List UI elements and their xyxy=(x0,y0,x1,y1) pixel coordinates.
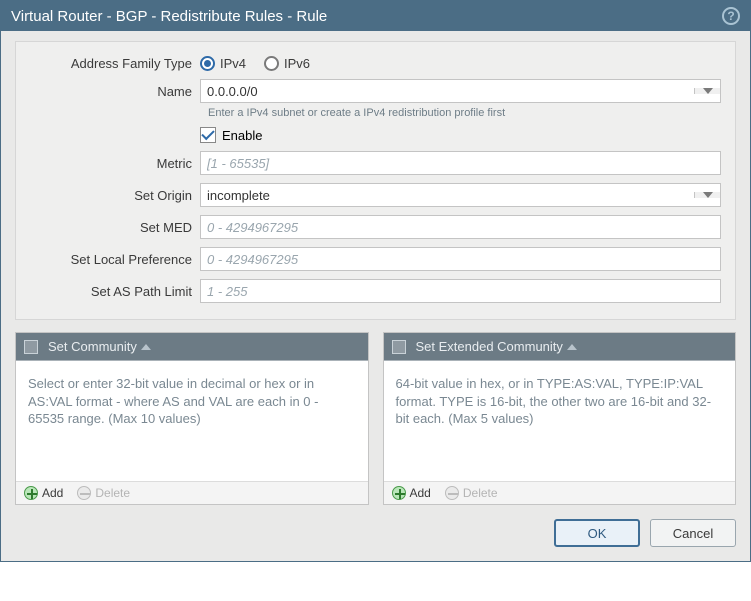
ext-community-delete-label: Delete xyxy=(463,486,498,500)
row-name: Name xyxy=(30,79,721,103)
label-address-family: Address Family Type xyxy=(30,56,200,71)
panel-set-community-checkbox[interactable] xyxy=(24,340,38,354)
row-set-as-path-limit: Set AS Path Limit xyxy=(30,279,721,303)
help-icon[interactable]: ? xyxy=(722,7,740,25)
row-address-family: Address Family Type IPv4 IPv6 xyxy=(30,56,721,71)
enable-checkbox[interactable] xyxy=(200,127,216,143)
metric-field[interactable] xyxy=(200,151,721,175)
add-icon xyxy=(24,486,38,500)
delete-icon xyxy=(77,486,91,500)
panel-set-ext-community-footer: Add Delete xyxy=(384,481,736,504)
row-set-med: Set MED xyxy=(30,215,721,239)
set-local-pref-field[interactable] xyxy=(200,247,721,271)
row-set-origin: Set Origin xyxy=(30,183,721,207)
row-enable: Enable xyxy=(30,127,721,143)
address-family-radio-group: IPv4 IPv6 xyxy=(200,56,721,71)
enable-label: Enable xyxy=(222,128,262,143)
add-icon xyxy=(392,486,406,500)
label-set-origin: Set Origin xyxy=(30,188,200,203)
name-select[interactable] xyxy=(200,79,721,103)
row-set-local-pref: Set Local Preference xyxy=(30,247,721,271)
community-delete-button: Delete xyxy=(77,486,130,500)
dialog: Virtual Router - BGP - Redistribute Rule… xyxy=(0,0,751,562)
set-as-path-limit-input[interactable] xyxy=(201,284,720,299)
radio-ipv4-indicator xyxy=(200,56,215,71)
content: Address Family Type IPv4 IPv6 Name xyxy=(1,31,750,561)
chevron-down-icon xyxy=(703,88,713,94)
community-add-button[interactable]: Add xyxy=(24,486,63,500)
row-metric: Metric xyxy=(30,151,721,175)
ok-button[interactable]: OK xyxy=(554,519,640,547)
titlebar: Virtual Router - BGP - Redistribute Rule… xyxy=(1,1,750,31)
radio-ipv6-indicator xyxy=(264,56,279,71)
ext-community-delete-button: Delete xyxy=(445,486,498,500)
set-local-pref-input[interactable] xyxy=(201,252,720,267)
name-dropdown-button[interactable] xyxy=(694,88,720,94)
sort-asc-icon xyxy=(567,344,577,350)
chevron-down-icon xyxy=(703,192,713,198)
panel-set-ext-community-header[interactable]: Set Extended Community xyxy=(384,333,736,361)
cancel-button[interactable]: Cancel xyxy=(650,519,736,547)
metric-input[interactable] xyxy=(201,156,720,171)
name-hint: Enter a IPv4 subnet or create a IPv4 red… xyxy=(30,107,721,119)
form-area: Address Family Type IPv4 IPv6 Name xyxy=(15,41,736,320)
label-name: Name xyxy=(30,84,200,99)
delete-icon xyxy=(445,486,459,500)
set-origin-dropdown-button[interactable] xyxy=(694,192,720,198)
sort-asc-icon xyxy=(141,344,151,350)
label-set-as-path-limit: Set AS Path Limit xyxy=(30,284,200,299)
dialog-title: Virtual Router - BGP - Redistribute Rule… xyxy=(11,8,327,25)
panel-set-ext-community-body: 64-bit value in hex, or in TYPE:AS:VAL, … xyxy=(384,361,736,481)
set-origin-select[interactable] xyxy=(200,183,721,207)
panel-set-community: Set Community Select or enter 32-bit val… xyxy=(15,332,369,505)
set-med-field[interactable] xyxy=(200,215,721,239)
community-add-label: Add xyxy=(42,486,63,500)
enable-field: Enable xyxy=(200,127,721,143)
name-input[interactable] xyxy=(201,84,694,99)
button-bar: OK Cancel xyxy=(15,519,736,547)
radio-ipv6[interactable]: IPv6 xyxy=(264,56,310,71)
radio-ipv6-label: IPv6 xyxy=(284,56,310,71)
radio-ipv4[interactable]: IPv4 xyxy=(200,56,246,71)
ext-community-add-button[interactable]: Add xyxy=(392,486,431,500)
set-origin-input[interactable] xyxy=(201,188,694,203)
panels: Set Community Select or enter 32-bit val… xyxy=(15,332,736,505)
panel-set-ext-community: Set Extended Community 64-bit value in h… xyxy=(383,332,737,505)
panel-set-community-header[interactable]: Set Community xyxy=(16,333,368,361)
ext-community-add-label: Add xyxy=(410,486,431,500)
panel-set-community-footer: Add Delete xyxy=(16,481,368,504)
panel-set-ext-community-checkbox[interactable] xyxy=(392,340,406,354)
panel-set-community-body: Select or enter 32-bit value in decimal … xyxy=(16,361,368,481)
label-metric: Metric xyxy=(30,156,200,171)
panel-set-ext-community-title: Set Extended Community xyxy=(416,339,563,354)
community-delete-label: Delete xyxy=(95,486,130,500)
label-set-med: Set MED xyxy=(30,220,200,235)
set-med-input[interactable] xyxy=(201,220,720,235)
label-set-local-pref: Set Local Preference xyxy=(30,252,200,267)
radio-ipv4-label: IPv4 xyxy=(220,56,246,71)
panel-set-community-title: Set Community xyxy=(48,339,137,354)
set-as-path-limit-field[interactable] xyxy=(200,279,721,303)
